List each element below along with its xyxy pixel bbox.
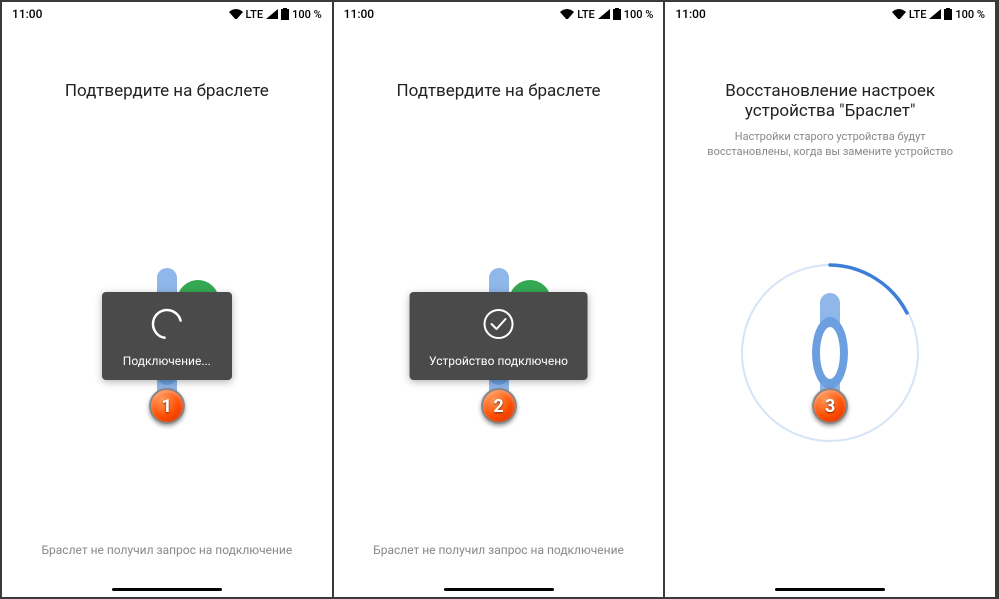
- wifi-icon: [229, 9, 243, 19]
- connecting-toast: Подключение...: [102, 292, 232, 380]
- wifi-icon: [892, 9, 906, 19]
- step-marker-2: 2: [481, 388, 517, 424]
- wifi-icon: [560, 9, 574, 19]
- battery-label: 100 %: [624, 8, 654, 21]
- step-marker-3: 3: [812, 388, 848, 424]
- battery-label: 100 %: [292, 8, 322, 21]
- status-bar: 11:00 LTE 100 %: [2, 2, 332, 26]
- status-time: 11:00: [12, 7, 42, 21]
- toast-text: Устройство подключено: [429, 354, 568, 368]
- status-bar: 11:00 LTE 100 %: [334, 2, 664, 26]
- battery-label: 100 %: [955, 8, 985, 21]
- graphic-area: [685, 110, 975, 597]
- step-marker-1: 1: [149, 388, 185, 424]
- signal-icon: [598, 9, 610, 19]
- status-time: 11:00: [675, 7, 705, 21]
- battery-icon: [613, 8, 621, 20]
- status-time: 11:00: [344, 7, 374, 21]
- nav-handle[interactable]: [775, 588, 885, 591]
- phone-screen-2: 11:00 LTE 100 % Подтвердите на браслете: [334, 2, 666, 597]
- network-label: LTE: [909, 8, 927, 21]
- check-circle-icon: [480, 306, 516, 346]
- phone-screen-1: 11:00 LTE 100 % Подтвердите на браслете: [2, 2, 334, 597]
- signal-icon: [929, 9, 941, 19]
- status-right: LTE 100 %: [229, 8, 322, 21]
- toast-text: Подключение...: [123, 354, 211, 368]
- status-right: LTE 100 %: [560, 8, 653, 21]
- connected-toast: Устройство подключено: [409, 292, 588, 380]
- footer-link[interactable]: Браслет не получил запрос на подключение: [2, 543, 332, 557]
- spinner-icon: [149, 306, 185, 346]
- network-label: LTE: [577, 8, 595, 21]
- phone-screen-3: 11:00 LTE 100 % Восстановление настроек …: [665, 2, 997, 597]
- nav-handle[interactable]: [112, 588, 222, 591]
- signal-icon: [266, 9, 278, 19]
- footer-link[interactable]: Браслет не получил запрос на подключение: [334, 543, 664, 557]
- status-bar: 11:00 LTE 100 %: [665, 2, 995, 26]
- status-right: LTE 100 %: [892, 8, 985, 21]
- battery-icon: [281, 8, 289, 20]
- content-area: Восстановление настроек устройства "Брас…: [665, 26, 995, 597]
- network-label: LTE: [246, 8, 264, 21]
- nav-handle[interactable]: [444, 588, 554, 591]
- battery-icon: [944, 8, 952, 20]
